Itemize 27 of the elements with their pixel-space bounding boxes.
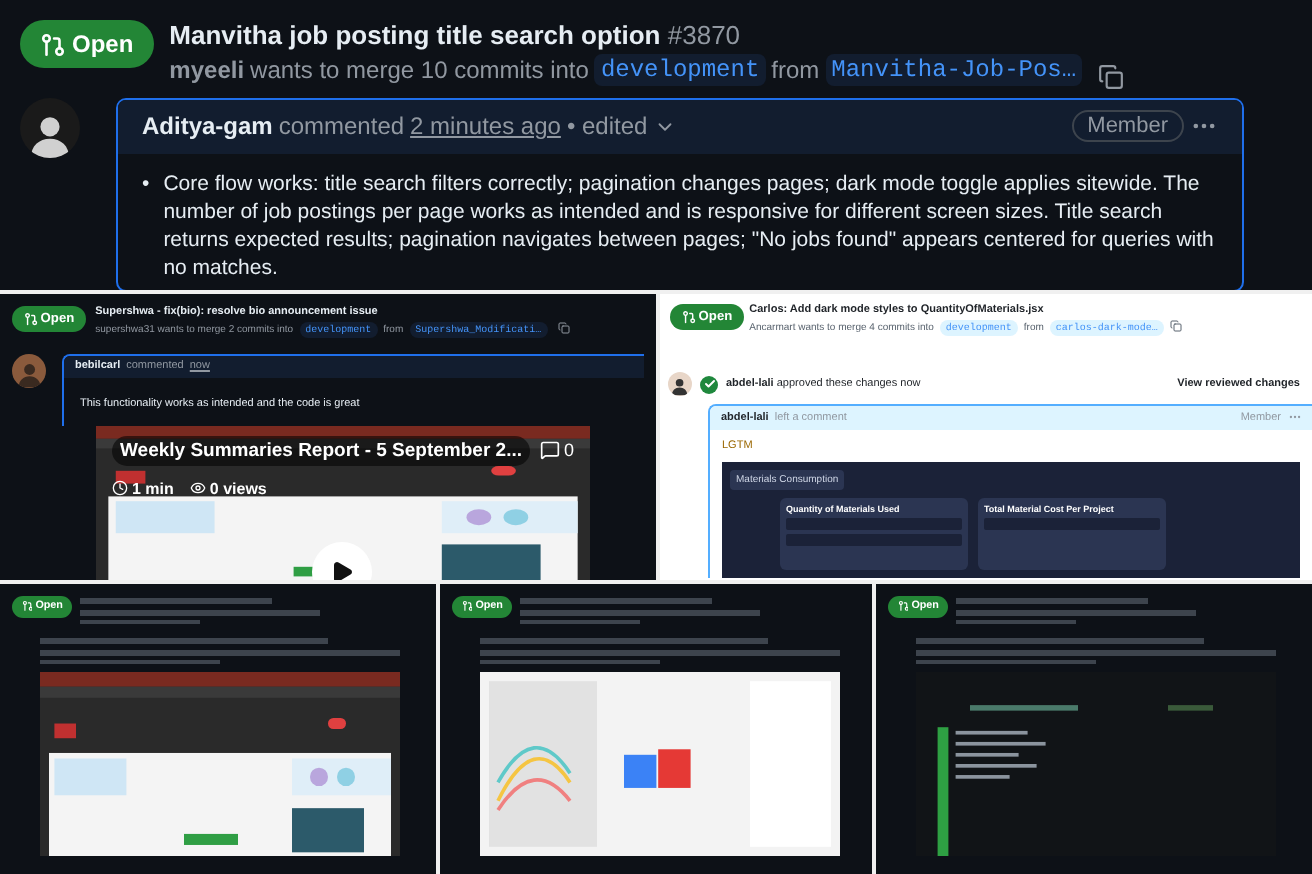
clock-icon xyxy=(112,480,128,497)
comment-icon xyxy=(539,440,560,461)
copy-icon[interactable] xyxy=(1169,320,1182,332)
video-duration: 1 min xyxy=(112,479,174,498)
view-count: 0 views xyxy=(189,479,267,498)
comment-header: Aditya-gam commented 2 minutes ago • edited Member xyxy=(118,100,1242,154)
eye-icon xyxy=(189,480,206,497)
approved-check-icon xyxy=(700,375,718,393)
pull-request-icon xyxy=(897,600,909,613)
pull-request-icon xyxy=(461,600,473,613)
copy-icon[interactable] xyxy=(557,322,570,334)
video-thumbnail[interactable]: Weekly Summaries Report - 5 September 2... 0 1 min 0 views xyxy=(96,425,590,580)
pull-request-icon xyxy=(21,600,33,613)
person-silhouette-icon xyxy=(15,360,43,388)
copy-icon[interactable] xyxy=(1098,64,1125,90)
comment-count: 0 xyxy=(563,440,574,461)
open-status-badge: Open xyxy=(20,20,154,68)
video-title: Weekly Summaries Report - 5 September 2... xyxy=(112,435,530,466)
merge-summary: myeeli wants to merge 10 commits into development from Manvitha-Job-Pos… xyxy=(169,54,1083,86)
comment-text: Core flow works: title search filters correctly; pagination changes pages; dark mode toggle applies sitewide. The number of job postings per page works as intended and is responsive for different screen sizes. Title search returns expected results; pagination navigates between pages; "No jobs found" appears centered for queries with no matches. xyxy=(163,169,1216,282)
play-icon xyxy=(330,559,354,580)
pull-request-icon xyxy=(681,309,696,324)
pull-request-icon xyxy=(40,31,66,57)
pull-request-title: Manvitha job posting title search option #3870 xyxy=(169,20,743,50)
pull-request-icon xyxy=(23,311,38,326)
bullet-marker: • xyxy=(142,169,150,200)
member-badge: Member xyxy=(1071,110,1184,143)
